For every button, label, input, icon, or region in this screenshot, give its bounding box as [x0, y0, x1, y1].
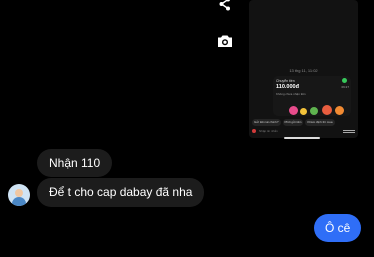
screenshot-timestamp: 13 thg 11, 11:02	[289, 68, 318, 73]
check-icon	[342, 78, 347, 83]
transfer-amount: 110.000đ	[276, 84, 299, 90]
camera-icon[interactable]	[215, 31, 235, 51]
add-icon	[252, 129, 256, 133]
message-bubble-sent[interactable]: Ô cê	[314, 214, 362, 242]
screenshot-composer: Nhập tin nhắn	[252, 128, 355, 134]
suggestion-chip: Phối gửi tiền	[282, 119, 304, 126]
sticker-icon	[300, 108, 307, 115]
avatar-body	[12, 197, 26, 206]
shared-screenshot[interactable]: 13 thg 11, 11:02 Chuyển tiền 110.000đ Kh…	[249, 0, 358, 138]
avatar-head	[15, 189, 23, 197]
sticker-icon	[310, 107, 318, 115]
transfer-side-note: 09:27	[341, 85, 349, 89]
share-icon[interactable]	[215, 0, 235, 14]
sticker-icon	[335, 106, 344, 115]
sticker-icon	[322, 105, 332, 115]
suggestion-chip: Gửi tiền tài chính?	[252, 119, 281, 126]
avatar[interactable]	[8, 184, 30, 206]
suggestion-chip: Khám định thì mua	[305, 119, 335, 126]
transfer-subtitle: Không chưa nhận tiền	[276, 92, 306, 96]
screenshot-input-placeholder: Nhập tin nhắn	[259, 129, 278, 133]
home-indicator	[284, 137, 320, 139]
transfer-label: Chuyển tiền	[276, 79, 295, 83]
transfer-card: Chuyển tiền 110.000đ Không chưa nhận tiề…	[273, 76, 351, 116]
sticker-icon	[289, 106, 298, 115]
message-bubble-received[interactable]: Nhận 110	[37, 149, 113, 177]
suggestion-chips: Gửi tiền tài chính? Phối gửi tiền Khám đ…	[252, 119, 358, 126]
message-bubble-received[interactable]: Để t cho cap dabay đã nha	[37, 178, 205, 207]
tools-icon	[343, 129, 355, 133]
